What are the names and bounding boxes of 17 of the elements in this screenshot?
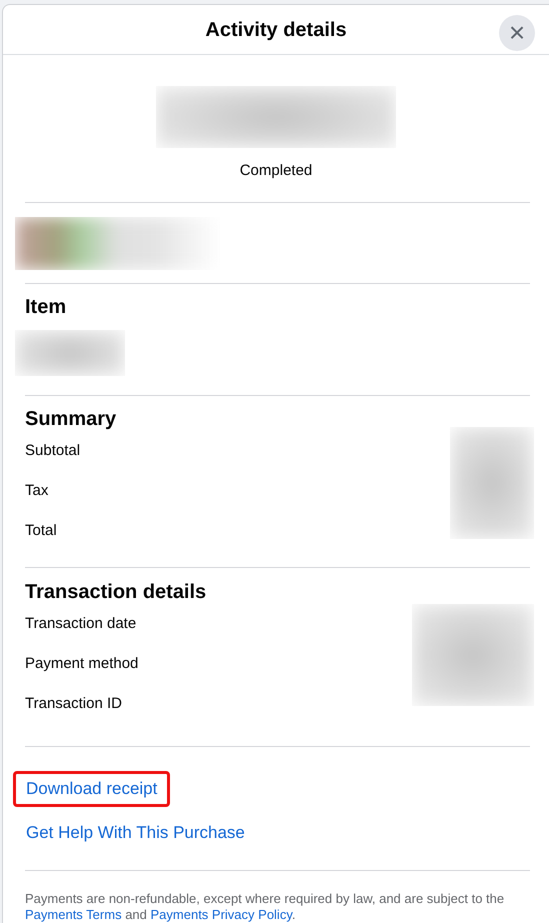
section-heading: Summary [25,407,118,432]
dialog-title: Activity details [205,18,347,43]
terms-notice: Payments are non-refundable, except where required by law, and are subject to the Payments Terms and Payments Privacy Policy. [24,890,506,923]
row-label: Total [25,521,58,542]
row-label: Payment method [25,654,138,674]
close-button[interactable]: × [499,15,535,51]
row-label: Subtotal [25,441,80,462]
terms-link[interactable]: Payments Terms [25,906,122,922]
section-heading: Transaction details [25,580,208,604]
terms-link[interactable]: Payments Privacy Policy [150,906,292,922]
link[interactable]: Download receipt [13,771,170,807]
section-heading: Item [25,295,68,320]
row-label: Transaction ID [25,694,123,714]
status-label: Completed [240,161,312,182]
link[interactable]: Get Help With This Purchase [13,814,258,850]
row-label: Transaction date [25,614,138,634]
row-label: Tax [25,481,50,502]
